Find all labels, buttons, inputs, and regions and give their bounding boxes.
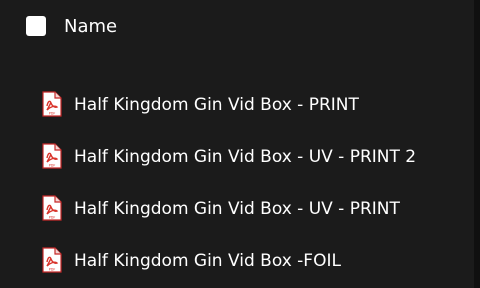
- scrollbar-track[interactable]: [474, 0, 480, 288]
- name-column-header[interactable]: Name: [64, 15, 117, 39]
- file-name[interactable]: Half Kingdom Gin Vid Box - UV - PRINT 2: [74, 146, 416, 168]
- file-row[interactable]: PDF Half Kingdom Gin Vid Box - PRINT: [0, 80, 474, 132]
- pdf-file-icon: PDF: [42, 91, 62, 117]
- svg-text:PDF: PDF: [49, 111, 56, 115]
- select-all-checkbox[interactable]: [26, 16, 46, 36]
- file-row[interactable]: PDF Half Kingdom Gin Vid Box -FOIL: [0, 236, 474, 288]
- file-name[interactable]: Half Kingdom Gin Vid Box -FOIL: [74, 250, 341, 272]
- file-browser: Name PDF Half Kingdom Gin Vid Box - PRIN…: [0, 0, 480, 288]
- file-name[interactable]: Half Kingdom Gin Vid Box - PRINT: [74, 94, 359, 116]
- pdf-file-icon: PDF: [42, 247, 62, 273]
- pdf-file-icon: PDF: [42, 195, 62, 221]
- svg-text:PDF: PDF: [49, 215, 56, 219]
- file-row[interactable]: PDF Half Kingdom Gin Vid Box - UV - PRIN…: [0, 132, 474, 184]
- file-row[interactable]: PDF Half Kingdom Gin Vid Box - UV - PRIN…: [0, 184, 474, 236]
- list-header: Name: [0, 0, 474, 54]
- svg-text:PDF: PDF: [49, 163, 56, 167]
- pdf-file-icon: PDF: [42, 143, 62, 169]
- file-list: PDF Half Kingdom Gin Vid Box - PRINT PDF…: [0, 80, 474, 288]
- svg-text:PDF: PDF: [49, 267, 56, 271]
- file-name[interactable]: Half Kingdom Gin Vid Box - UV - PRINT: [74, 198, 400, 220]
